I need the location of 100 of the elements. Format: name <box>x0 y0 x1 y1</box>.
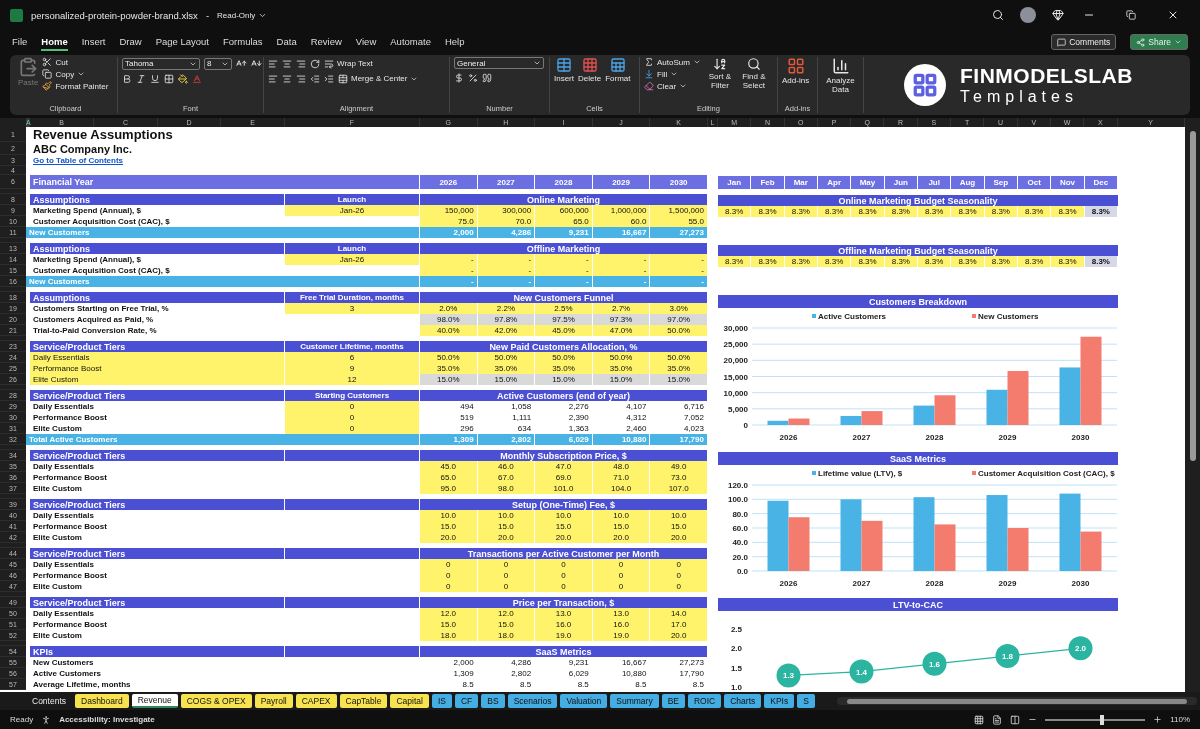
currency-icon[interactable] <box>454 72 464 83</box>
menu-tab[interactable]: Automate <box>390 33 431 51</box>
sheet-tab[interactable]: Dashboard <box>75 694 129 708</box>
page-layout-icon[interactable] <box>992 714 1003 725</box>
sheet-tab[interactable]: Charts <box>724 694 762 708</box>
delete-cells-button[interactable]: Delete <box>578 57 602 83</box>
contents-link[interactable]: Go to Table of Contents <box>33 156 124 165</box>
menu-tab[interactable]: Formulas <box>223 33 263 51</box>
borders-icon[interactable] <box>164 73 174 84</box>
shrink-font-icon[interactable] <box>251 58 262 69</box>
copy-button[interactable]: Copy <box>42 69 109 79</box>
cut-button[interactable]: Cut <box>42 57 109 67</box>
chart-bar <box>788 517 810 571</box>
search-icon[interactable] <box>992 9 1004 21</box>
share-button[interactable]: Share <box>1130 34 1188 50</box>
share-icon <box>1136 37 1146 47</box>
decrease-indent-icon[interactable] <box>310 73 320 84</box>
input-cell[interactable]: 0 <box>285 423 420 434</box>
accessibility-status[interactable]: Accessibility: Investigate <box>59 715 155 724</box>
vertical-scrollbar[interactable] <box>1185 127 1200 692</box>
sheet-tab[interactable]: CapTable <box>339 694 388 708</box>
sheet-tab[interactable]: Summary <box>610 694 659 708</box>
sheet-tab[interactable]: Contents <box>26 694 73 708</box>
fill-button[interactable]: Fill <box>644 69 701 79</box>
sheet-tab[interactable]: CF <box>454 694 479 708</box>
row-label: Trial-to-Paid Conversion Rate, % <box>32 325 158 336</box>
autosum-button[interactable]: AutoSum <box>644 57 701 67</box>
close-icon[interactable] <box>1167 9 1179 21</box>
zoom-in-icon[interactable] <box>1153 715 1163 724</box>
sheet-tab[interactable]: KPIs <box>764 694 795 708</box>
input-cell[interactable]: 0 <box>285 401 420 412</box>
sheet-tab[interactable]: BE <box>661 694 685 708</box>
menu-tab[interactable]: View <box>355 33 377 51</box>
input-cell[interactable]: 0 <box>285 412 420 423</box>
sort-filter-button[interactable]: Sort & Filter <box>704 57 735 90</box>
merge-center-button[interactable]: Merge & Center <box>338 73 419 84</box>
value-cell: 10.0 <box>420 510 478 521</box>
align-center-icon[interactable] <box>282 73 292 84</box>
horizontal-scrollbar[interactable] <box>836 697 1197 705</box>
menu-tab[interactable]: Page Layout <box>155 33 209 51</box>
sheet-tab[interactable]: Valuation <box>560 694 608 708</box>
percent-icon[interactable] <box>468 72 478 83</box>
zoom-thumb[interactable] <box>1100 714 1105 725</box>
menu-tab[interactable]: Data <box>276 33 297 51</box>
wrap-text-button[interactable]: Wrap Text <box>324 58 373 69</box>
input-cell[interactable]: 3 <box>285 303 420 314</box>
font-size-select[interactable]: 8 <box>204 57 232 70</box>
italic-icon[interactable] <box>136 73 146 84</box>
restore-icon[interactable] <box>1126 10 1136 20</box>
font-name-select[interactable]: Tahoma <box>122 57 200 70</box>
page-break-icon[interactable] <box>1010 714 1021 725</box>
read-only-dropdown[interactable]: Read-Only <box>217 10 268 20</box>
sheet-tab[interactable]: Payroll <box>254 694 293 708</box>
analyze-data-button[interactable]: Analyze Data <box>822 57 859 94</box>
underline-icon[interactable] <box>150 73 160 84</box>
align-left-icon[interactable] <box>268 73 278 84</box>
sheet-tab[interactable]: CAPEX <box>295 694 337 708</box>
number-format-select[interactable]: General <box>454 57 544 69</box>
orientation-icon[interactable] <box>310 58 320 69</box>
align-right-icon[interactable] <box>296 73 306 84</box>
format-cells-button[interactable]: Format <box>605 57 631 83</box>
sheet-tab[interactable]: Revenue <box>131 694 178 708</box>
menu-tab[interactable]: File <box>12 33 28 51</box>
add-ins-button[interactable]: Add-ins <box>782 57 810 85</box>
axis-tick-label: 5,000 <box>727 404 748 414</box>
sheet-tab[interactable]: ROIC <box>688 694 722 708</box>
menu-tab[interactable]: Review <box>310 33 342 51</box>
sheet-tab[interactable]: Capital <box>390 694 429 708</box>
sheet-title: Revenue Assumptions <box>32 127 174 142</box>
sheet-tab[interactable]: IS <box>431 694 452 708</box>
sheet-tab[interactable]: BS <box>481 694 505 708</box>
comments-button[interactable]: Comments <box>1051 34 1117 50</box>
gem-icon[interactable] <box>1052 9 1064 21</box>
find-select-button[interactable]: Find & Select <box>738 57 769 90</box>
increase-indent-icon[interactable] <box>324 73 334 84</box>
value-cell: 10,880 <box>592 434 651 445</box>
menu-tab[interactable]: Home <box>41 33 68 51</box>
input-cell[interactable]: 9 <box>285 363 420 374</box>
insert-cells-button[interactable]: Insert <box>554 57 574 83</box>
menu-tab[interactable]: Draw <box>119 33 142 51</box>
sheet-tab[interactable]: S <box>797 694 815 708</box>
input-cell[interactable]: Jan-26 <box>285 254 420 265</box>
font-color-icon[interactable] <box>192 73 202 84</box>
input-cell[interactable]: Jan-26 <box>285 205 420 216</box>
grow-font-icon[interactable] <box>236 58 247 69</box>
section-label: KPIs <box>30 646 285 657</box>
sheet-tab[interactable]: COGS & OPEX <box>180 694 252 708</box>
eraser-icon <box>644 81 654 91</box>
clear-button[interactable]: Clear <box>644 81 701 91</box>
input-cell[interactable]: 6 <box>285 352 420 363</box>
format-painter-button[interactable]: Format Painter <box>42 81 109 91</box>
menu-tab[interactable]: Help <box>444 33 465 51</box>
value-cell: 8.3% <box>951 206 985 217</box>
menu-tab[interactable]: Insert <box>81 33 106 51</box>
input-cell[interactable]: 12 <box>285 374 420 385</box>
bold-icon[interactable] <box>122 73 132 84</box>
row-label: Elite Custom <box>32 630 83 641</box>
sheet-tab[interactable]: Scenarios <box>507 694 558 708</box>
normal-view-icon[interactable] <box>974 714 985 725</box>
fill-color-icon[interactable] <box>178 73 188 84</box>
